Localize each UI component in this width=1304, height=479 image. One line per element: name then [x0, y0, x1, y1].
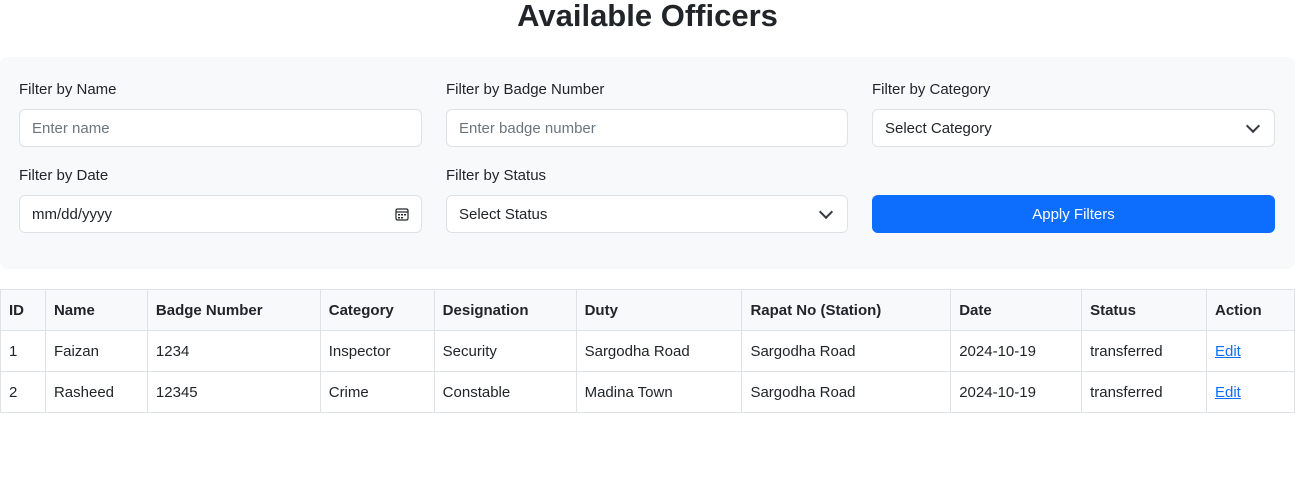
badge-input-placeholder: Enter badge number [459, 119, 596, 137]
column-header-duty: Duty [575, 289, 743, 331]
column-header-badge: Badge Number [146, 289, 321, 331]
cell-category: Crime [319, 371, 435, 413]
cell-action: Edit [1205, 330, 1296, 372]
cell-rapat: Sargodha Road [741, 371, 952, 413]
status-select-value: Select Status [459, 205, 548, 223]
cell-action: Edit [1205, 371, 1296, 413]
edit-link[interactable]: Edit [1215, 384, 1241, 401]
apply-filters-button[interactable]: Apply Filters [872, 195, 1275, 233]
name-input[interactable]: Enter name [19, 109, 422, 147]
column-header-action: Action [1205, 289, 1296, 331]
cell-name: Rasheed [44, 371, 148, 413]
filter-category-label: Filter by Category [872, 81, 991, 98]
calendar-icon[interactable] [395, 207, 409, 221]
page-title: Available Officers [517, 0, 778, 33]
table-row: 2 Rasheed 12345 Crime Constable Madina T… [0, 371, 1296, 413]
column-header-category: Category [319, 289, 435, 331]
cell-status: transferred [1081, 371, 1207, 413]
cell-rapat: Sargodha Road [741, 330, 952, 372]
chevron-down-icon [818, 204, 834, 219]
cell-name: Faizan [44, 330, 148, 372]
column-header-designation: Designation [433, 289, 577, 331]
column-header-id: ID [0, 289, 46, 331]
cell-designation: Constable [433, 371, 577, 413]
category-select[interactable]: Select Category [872, 109, 1275, 147]
category-select-value: Select Category [885, 119, 992, 137]
filter-panel: Filter by Name Enter name Filter by Badg… [0, 57, 1295, 269]
chevron-down-icon [1245, 118, 1261, 133]
cell-date: 2024-10-19 [950, 371, 1083, 413]
cell-badge: 12345 [146, 371, 321, 413]
filter-name-label: Filter by Name [19, 81, 117, 98]
filter-badge-label: Filter by Badge Number [446, 81, 605, 98]
cell-category: Inspector [319, 330, 435, 372]
cell-badge: 1234 [146, 330, 321, 372]
column-header-date: Date [950, 289, 1083, 331]
filter-date-label: Filter by Date [19, 167, 109, 184]
table-header-row: ID Name Badge Number Category Designatio… [0, 289, 1296, 331]
cell-date: 2024-10-19 [950, 330, 1083, 372]
table-row: 1 Faizan 1234 Inspector Security Sargodh… [0, 330, 1296, 372]
cell-duty: Madina Town [575, 371, 743, 413]
officers-table: ID Name Badge Number Category Designatio… [0, 289, 1296, 413]
cell-duty: Sargodha Road [575, 330, 743, 372]
status-select[interactable]: Select Status [446, 195, 848, 233]
column-header-rapat: Rapat No (Station) [741, 289, 952, 331]
edit-link[interactable]: Edit [1215, 343, 1241, 360]
column-header-name: Name [44, 289, 148, 331]
date-input-placeholder: mm/dd/yyyy [32, 205, 113, 223]
cell-id: 2 [0, 371, 46, 413]
column-header-status: Status [1081, 289, 1207, 331]
badge-number-input[interactable]: Enter badge number [446, 109, 848, 147]
date-input[interactable]: mm/dd/yyyy [19, 195, 422, 233]
cell-designation: Security [433, 330, 577, 372]
filter-status-label: Filter by Status [446, 167, 547, 184]
cell-id: 1 [0, 330, 46, 372]
cell-status: transferred [1081, 330, 1207, 372]
name-input-placeholder: Enter name [32, 119, 110, 137]
